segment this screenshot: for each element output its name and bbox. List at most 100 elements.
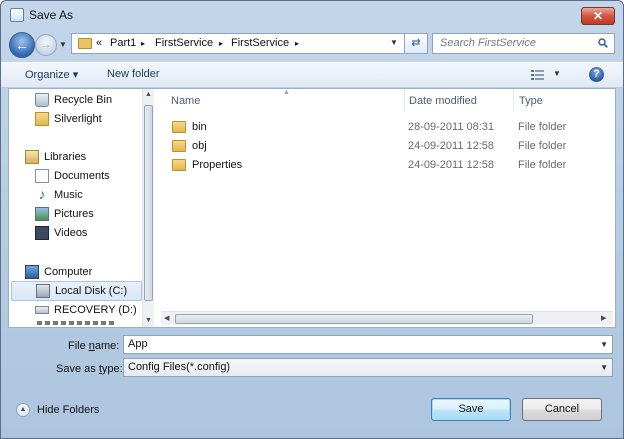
- view-options-icon[interactable]: [531, 69, 545, 81]
- file-type: File folder: [518, 121, 567, 133]
- save-type-select[interactable]: Config Files(*.config) ▼: [123, 358, 613, 377]
- nav-item-recovery[interactable]: RECOVERY (D:): [35, 301, 140, 320]
- back-button[interactable]: ←: [9, 32, 35, 58]
- documents-icon: [35, 169, 49, 183]
- hide-folders-label: Hide Folders: [37, 404, 100, 416]
- address-overflow-icon[interactable]: «: [96, 37, 102, 49]
- folder-icon: [78, 38, 92, 49]
- nav-label: Music: [54, 189, 83, 201]
- nav-label: RECOVERY (D:): [54, 304, 137, 316]
- title-bar[interactable]: Save As ✕: [1, 1, 623, 29]
- file-date: 28-09-2011 08:31: [408, 121, 495, 133]
- drive-icon: [36, 284, 50, 298]
- nav-label: Computer: [44, 266, 93, 278]
- search-icon[interactable]: [598, 38, 608, 48]
- folder-icon: [172, 121, 186, 133]
- nav-item-local-disk[interactable]: Local Disk (C:): [11, 281, 142, 301]
- nav-item-silverlight[interactable]: Silverlight: [35, 110, 140, 129]
- breadcrumb-separator-icon[interactable]: ▸: [141, 39, 145, 48]
- file-name: bin: [192, 121, 207, 133]
- breadcrumb-firstservice-1[interactable]: FirstService: [155, 37, 213, 49]
- recent-locations-dropdown[interactable]: ▼: [59, 40, 67, 49]
- scroll-right-icon[interactable]: ▶: [601, 314, 606, 322]
- nav-label: Videos: [54, 227, 88, 239]
- drive-icon: [35, 306, 49, 314]
- address-dropdown-icon[interactable]: ▼: [390, 38, 398, 47]
- videos-icon: [35, 226, 49, 240]
- folder-icon: [35, 112, 49, 126]
- cancel-button[interactable]: Cancel: [522, 398, 602, 421]
- libraries-icon: [25, 150, 39, 164]
- save-button[interactable]: Save: [431, 398, 511, 421]
- file-type: File folder: [518, 140, 567, 152]
- column-divider[interactable]: [513, 89, 514, 111]
- file-name: Properties: [192, 159, 243, 171]
- file-type: File folder: [518, 159, 567, 171]
- column-header-date-modified[interactable]: Date modified: [409, 95, 477, 107]
- nav-label: Pictures: [54, 208, 94, 220]
- column-header-type[interactable]: Type: [519, 95, 543, 107]
- file-date: 24-09-2011 12:58: [408, 159, 495, 171]
- help-icon[interactable]: ?: [589, 67, 604, 82]
- folder-icon: [172, 159, 186, 171]
- scroll-left-icon[interactable]: ◀: [164, 314, 169, 322]
- file-name-dropdown-icon[interactable]: ▼: [600, 340, 608, 349]
- search-input[interactable]: Search FirstService: [432, 33, 615, 54]
- partially-hidden-item: [37, 321, 117, 325]
- recycle-bin-icon: [35, 93, 49, 107]
- scroll-up-icon[interactable]: ▲: [145, 91, 152, 98]
- breadcrumb-firstservice-2[interactable]: FirstService: [231, 37, 289, 49]
- browser-area: Recycle Bin Silverlight Libraries Docume…: [8, 88, 616, 328]
- horizontal-scrollbar[interactable]: ◀ ▶: [161, 311, 613, 325]
- file-name-label: File name:: [68, 340, 120, 352]
- forward-button[interactable]: →: [35, 34, 57, 56]
- save-type-label: Save as type:: [56, 363, 123, 375]
- nav-item-recycle-bin[interactable]: Recycle Bin: [35, 91, 140, 110]
- pictures-icon: [35, 207, 49, 221]
- breadcrumb-separator-icon[interactable]: ▸: [219, 39, 223, 48]
- organize-button[interactable]: Organize ▾: [25, 68, 78, 81]
- back-arrow-icon: ←: [15, 37, 29, 53]
- column-divider[interactable]: [404, 89, 405, 111]
- window-title: Save As: [29, 8, 74, 22]
- search-placeholder: Search FirstService: [440, 37, 536, 49]
- address-bar[interactable]: « Part1 ▸ FirstService ▸ FirstService ▸ …: [71, 33, 405, 54]
- nav-item-music[interactable]: ♪ Music: [35, 186, 140, 205]
- navigation-pane: Recycle Bin Silverlight Libraries Docume…: [9, 89, 142, 327]
- music-icon: ♪: [38, 186, 46, 202]
- save-type-dropdown-icon[interactable]: ▼: [600, 363, 608, 372]
- file-row[interactable]: Properties 24-09-2011 12:58 File folder: [168, 156, 608, 175]
- column-header-name[interactable]: Name: [171, 95, 200, 107]
- new-folder-button[interactable]: New folder: [107, 68, 160, 80]
- scroll-thumb[interactable]: [175, 314, 533, 324]
- file-name-value: App: [128, 338, 148, 350]
- scroll-thumb[interactable]: [144, 105, 153, 301]
- folder-icon: [172, 140, 186, 152]
- refresh-button[interactable]: ⇄: [405, 33, 428, 54]
- file-date: 24-09-2011 12:58: [408, 140, 495, 152]
- navigation-scrollbar[interactable]: ▲ ▼: [142, 89, 154, 327]
- file-name: obj: [192, 140, 207, 152]
- nav-item-documents[interactable]: Documents: [35, 167, 140, 186]
- file-row[interactable]: obj 24-09-2011 12:58 File folder: [168, 137, 608, 156]
- file-name-input[interactable]: App ▼: [123, 335, 613, 354]
- refresh-icon: ⇄: [411, 37, 421, 49]
- close-button[interactable]: ✕: [581, 7, 615, 25]
- file-row[interactable]: bin 28-09-2011 08:31 File folder: [168, 118, 608, 137]
- view-dropdown-icon[interactable]: ▼: [553, 69, 561, 78]
- chevron-up-icon: ▲: [16, 403, 30, 417]
- nav-item-libraries[interactable]: Libraries: [25, 148, 140, 167]
- sort-ascending-icon: ▲: [283, 89, 290, 96]
- file-list: ▲ Name Date modified Type bin 28-09-2011…: [159, 89, 615, 327]
- computer-icon: [25, 265, 39, 279]
- nav-item-computer[interactable]: Computer: [25, 263, 140, 282]
- forward-arrow-icon: →: [40, 39, 52, 51]
- command-bar: Organize ▾ New folder ▼ ?: [1, 61, 623, 88]
- save-as-dialog: Save As ✕ ← → ▼ « Part1 ▸ FirstService ▸…: [0, 0, 624, 439]
- scroll-down-icon[interactable]: ▼: [145, 317, 152, 324]
- nav-label: Local Disk (C:): [55, 285, 128, 297]
- nav-item-pictures[interactable]: Pictures: [35, 205, 140, 224]
- breadcrumb-separator-icon[interactable]: ▸: [295, 39, 299, 48]
- nav-item-videos[interactable]: Videos: [35, 224, 140, 243]
- breadcrumb-part1[interactable]: Part1: [110, 37, 136, 49]
